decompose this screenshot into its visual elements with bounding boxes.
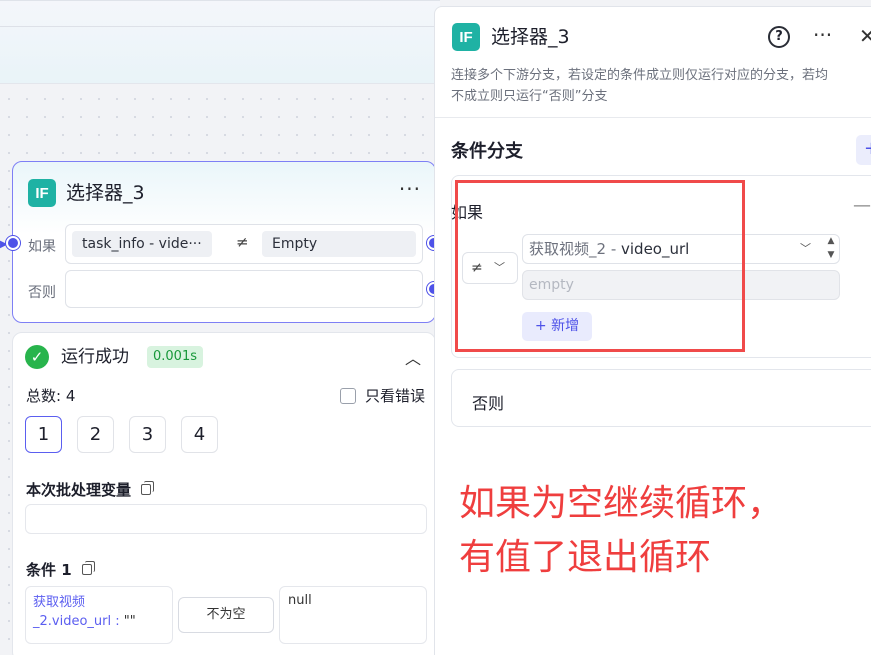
- copy-icon[interactable]: [141, 481, 155, 495]
- page-button-3[interactable]: 3: [129, 416, 166, 453]
- not-equal-icon: ≠: [236, 233, 249, 251]
- selector-config-panel: IF 选择器_3 ? ··· ✕ 连接多个下游分支，若设定的条件成立则仅运行对应…: [434, 6, 871, 655]
- remove-branch-icon[interactable]: —: [853, 195, 871, 216]
- canvas-top-band: [0, 0, 440, 84]
- batch-vars-label: 本次批处理变量: [26, 481, 132, 499]
- node-title: 选择器_3: [66, 182, 145, 204]
- desc-line2: 不成立则只运行“否则”分支: [451, 89, 608, 104]
- page-button-2[interactable]: 2: [77, 416, 114, 453]
- branch-section-title: 条件分支: [451, 141, 523, 162]
- chevron-down-icon: ﹀: [800, 242, 811, 255]
- if-row-label: 如果: [28, 239, 56, 255]
- annotation-highlight-box: [455, 180, 745, 352]
- if-node-icon: IF: [452, 23, 480, 51]
- batch-vars-heading: 本次批处理变量: [26, 479, 155, 500]
- annotation-line2: 有值了退出循环: [459, 537, 712, 578]
- only-errors-checkbox[interactable]: 只看错误: [339, 385, 425, 406]
- chevron-up-icon[interactable]: ▲: [823, 234, 839, 248]
- checkbox-icon[interactable]: [339, 387, 356, 404]
- page-button-1[interactable]: 1: [25, 416, 62, 453]
- more-icon[interactable]: ···: [813, 23, 832, 47]
- input-port[interactable]: [6, 236, 20, 250]
- if-node-icon: IF: [28, 179, 56, 207]
- sort-stepper[interactable]: ▲ ▼: [823, 234, 839, 264]
- condition-heading: 条件 1: [26, 559, 95, 580]
- annotation-line1: 如果为空继续循环，: [459, 483, 784, 524]
- cond-var-line1: 获取视频: [33, 595, 86, 610]
- if-condition-row[interactable]: task_info - vide··· ≠ Empty: [65, 224, 423, 264]
- success-check-icon: ✓: [25, 345, 49, 369]
- total-count: 总数: 4: [26, 387, 76, 405]
- else-row-label: 否则: [28, 285, 56, 301]
- more-icon[interactable]: ···: [399, 177, 421, 201]
- condition-label: 条件 1: [26, 561, 72, 579]
- cond-var-value: "": [123, 614, 136, 629]
- page-button-4[interactable]: 4: [181, 416, 218, 453]
- left-operand-chip: task_info - vide···: [72, 231, 212, 257]
- copy-icon[interactable]: [81, 561, 95, 575]
- condition-variable: 获取视频 _2.video_url : "": [25, 586, 173, 644]
- cond-var-line2: _2.video_url :: [33, 614, 124, 629]
- desc-line1: 连接多个下游分支，若设定的条件成立则仅运行对应的分支，若均: [451, 68, 829, 83]
- else-row[interactable]: [65, 270, 423, 308]
- close-icon[interactable]: ✕: [859, 24, 871, 48]
- only-errors-label: 只看错误: [364, 387, 425, 405]
- help-icon[interactable]: ?: [768, 26, 790, 48]
- run-status: 运行成功: [61, 347, 129, 367]
- selector-node[interactable]: ▶ IF 选择器_3 ··· 如果 task_info - vide··· ≠ …: [0, 161, 441, 323]
- batch-pager: 1 2 3 4: [25, 416, 218, 453]
- annotation-text: 如果为空继续循环， 有值了退出循环: [459, 477, 859, 585]
- else-branch-label: 否则: [472, 394, 505, 413]
- add-branch-button[interactable]: +: [856, 135, 871, 165]
- panel-description: 连接多个下游分支，若设定的条件成立则仅运行对应的分支，若均 不成立则只运行“否则…: [451, 65, 871, 107]
- right-operand-chip: Empty: [262, 231, 416, 257]
- panel-title[interactable]: 选择器_3: [491, 23, 570, 51]
- condition-value: null: [279, 586, 427, 644]
- batch-vars-box: [25, 504, 427, 534]
- chevron-down-icon[interactable]: ▼: [823, 248, 839, 262]
- run-result-panel: ✓ 运行成功 0.001s ︿ 总数: 4 只看错误 1 2 3 4 本次批处理…: [12, 332, 436, 655]
- duration-badge: 0.001s: [147, 346, 203, 368]
- canvas-divider: [0, 26, 440, 27]
- else-branch-card: [451, 369, 871, 427]
- chevron-up-icon[interactable]: ︿: [405, 345, 421, 369]
- panel-divider: [435, 117, 871, 118]
- condition-operator: 不为空: [178, 597, 274, 633]
